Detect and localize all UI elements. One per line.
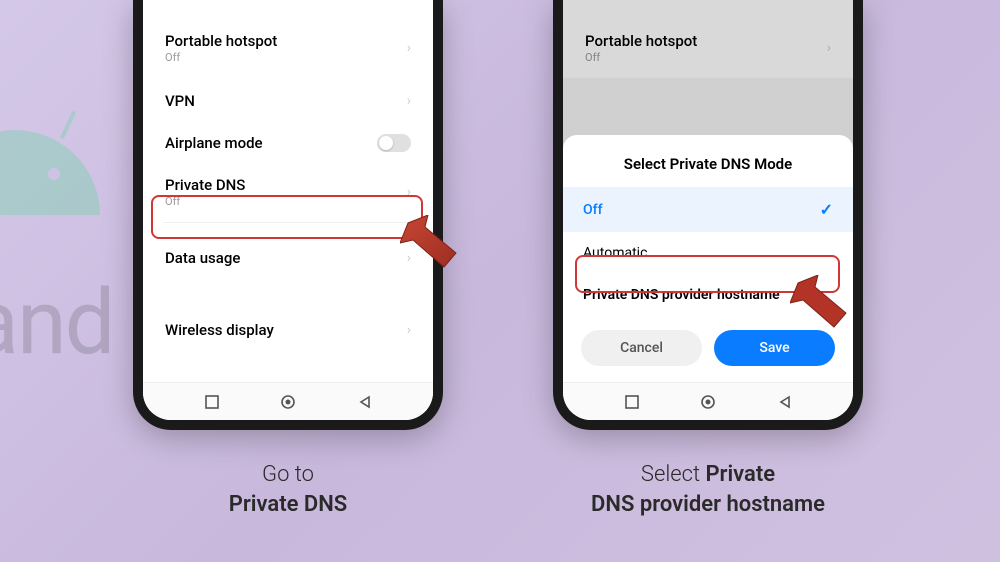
nav-home-icon[interactable] <box>280 394 296 410</box>
cancel-button[interactable]: Cancel <box>581 330 702 366</box>
option-label: Private DNS provider hostname <box>583 287 780 303</box>
row-portable-hotspot[interactable]: Portable hotspot Off › <box>147 18 429 78</box>
screen-left: Portable hotspot Off › VPN › Airplane mo… <box>143 0 433 420</box>
row-title: Data usage <box>165 249 407 267</box>
button-label: Cancel <box>620 340 663 356</box>
nav-back-icon[interactable] <box>778 395 792 409</box>
phone-frame-left: Portable hotspot Off › VPN › Airplane mo… <box>133 0 443 430</box>
chevron-right-icon: › <box>407 93 411 109</box>
option-label: Automatic <box>583 245 647 261</box>
airplane-toggle[interactable] <box>377 134 411 152</box>
check-icon: ✓ <box>820 200 833 219</box>
android-navbar <box>143 382 433 420</box>
caption-bold1: Private <box>705 462 775 487</box>
row-subtitle: Off <box>165 195 407 208</box>
caption-line1: Go to <box>262 462 314 487</box>
row-title: VPN <box>165 92 407 110</box>
row-title: Airplane mode <box>165 134 377 152</box>
row-vpn[interactable]: VPN › <box>147 78 429 124</box>
option-automatic[interactable]: Automatic <box>563 232 853 274</box>
row-subtitle: Off <box>165 51 407 64</box>
dialog-title: Select Private DNS Mode <box>563 143 853 187</box>
nav-recent-icon[interactable] <box>205 395 219 409</box>
row-title: Wireless display <box>165 321 407 339</box>
row-data-usage[interactable]: Data usage › <box>147 235 429 281</box>
background-text: and <box>0 270 113 375</box>
chevron-right-icon: › <box>407 322 411 338</box>
caption-prefix: Select <box>641 462 706 487</box>
option-label: Off <box>583 202 603 218</box>
chevron-right-icon: › <box>407 184 411 200</box>
chevron-right-icon: › <box>407 40 411 56</box>
row-title: Portable hotspot <box>165 32 407 50</box>
caption-line2: Private DNS <box>229 492 347 517</box>
annotation-arrow-right <box>790 275 860 345</box>
caption-right: Select Private DNS provider hostname <box>553 460 863 519</box>
button-label: Save <box>759 340 789 356</box>
nav-back-icon[interactable] <box>358 395 372 409</box>
settings-list: Portable hotspot Off › VPN › Airplane mo… <box>143 0 433 353</box>
phone-frame-right: Portable hotspot Off › Select Private DN… <box>553 0 863 430</box>
screen-right: Portable hotspot Off › Select Private DN… <box>563 0 853 420</box>
row-title: Private DNS <box>165 176 407 194</box>
row-private-dns[interactable]: Private DNS Off › <box>147 162 429 222</box>
annotation-arrow-left <box>400 215 470 285</box>
option-off[interactable]: Off ✓ <box>563 187 853 232</box>
android-navbar <box>563 382 853 420</box>
row-wireless-display[interactable]: Wireless display › <box>147 307 429 353</box>
nav-home-icon[interactable] <box>700 394 716 410</box>
android-logo <box>0 130 100 215</box>
caption-left: Go to Private DNS <box>133 460 443 519</box>
nav-recent-icon[interactable] <box>625 395 639 409</box>
row-airplane-mode[interactable]: Airplane mode <box>147 124 429 162</box>
caption-bold2: DNS provider hostname <box>591 492 825 517</box>
